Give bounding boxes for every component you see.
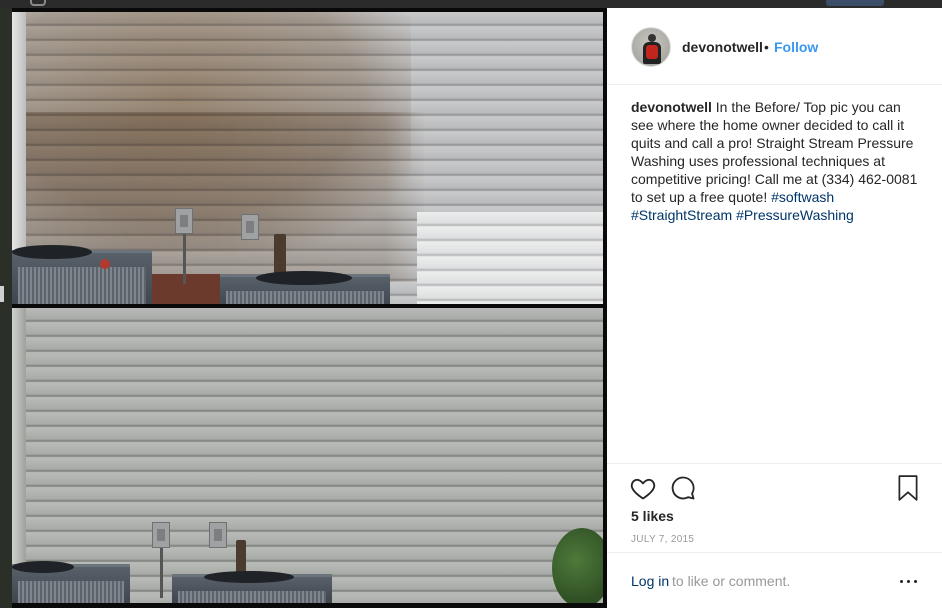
conduit (183, 234, 186, 284)
ac-fan (204, 571, 294, 583)
avatar-head (648, 34, 656, 42)
more-dot (900, 580, 903, 583)
post-photo[interactable] (0, 8, 607, 608)
follow-button[interactable]: Follow (774, 39, 818, 55)
ac-grille (18, 267, 146, 304)
conduit (160, 548, 163, 598)
hashtag-straightstream[interactable]: #StraightStream (631, 207, 732, 223)
electrical-box-2 (241, 214, 259, 240)
ac-unit-left (12, 245, 152, 304)
left-edge-marker (0, 286, 4, 302)
separator-dot: • (764, 39, 769, 55)
ac-fan (256, 271, 352, 285)
shrub (552, 528, 603, 603)
before-photo-panel (12, 12, 603, 304)
comment-icon[interactable] (669, 474, 697, 502)
ac-unit-right (220, 271, 390, 304)
more-options-icon[interactable] (899, 571, 919, 591)
brick-foundation (152, 274, 222, 304)
ac-fan (12, 561, 74, 573)
heart-icon[interactable] (629, 474, 657, 502)
ac-grille (178, 591, 326, 603)
refrigerant-pipe (274, 234, 286, 274)
username-link[interactable]: devonotwell (682, 39, 763, 55)
ac-logo-icon (100, 259, 110, 269)
bookmark-icon[interactable] (895, 474, 921, 502)
app-glyph-icon (30, 0, 46, 6)
avatar[interactable] (631, 27, 671, 67)
ac-grille (18, 581, 124, 603)
login-link[interactable]: Log in (631, 573, 669, 589)
caption-username[interactable]: devonotwell (631, 99, 712, 115)
electrical-box-2 (209, 522, 227, 548)
ac-fan (12, 245, 92, 259)
avatar-jacket (646, 45, 658, 59)
top-button-remnant (826, 0, 884, 6)
after-photo-panel (12, 308, 603, 603)
vinyl-siding (12, 308, 603, 603)
more-dot (914, 580, 917, 583)
hashtag-pressurewashing[interactable]: #PressureWashing (736, 207, 854, 223)
post-date: JULY 7, 2015 (631, 534, 695, 545)
ac-unit-left (12, 561, 130, 603)
left-edge-bar (0, 8, 12, 608)
electrical-box (175, 208, 193, 234)
login-row: Log in to like or comment. (607, 552, 942, 608)
post-header: devonotwell • Follow (607, 8, 942, 85)
post-actions: 5 likes JULY 7, 2015 Log in to like or c… (607, 463, 942, 608)
top-strip (0, 0, 942, 8)
ac-unit-right (172, 571, 332, 603)
electrical-box (152, 522, 170, 548)
post-caption: devonotwell In the Before/ Top pic you c… (631, 98, 927, 224)
cleaned-siding-patch (417, 212, 603, 304)
corner-trim (12, 308, 26, 603)
post-sidebar: devonotwell • Follow devonotwell In the … (607, 8, 942, 608)
like-count[interactable]: 5 likes (631, 508, 674, 524)
ac-grille (226, 291, 384, 304)
login-prompt-text: to like or comment. (672, 573, 791, 589)
more-dot (907, 580, 910, 583)
hashtag-softwash[interactable]: #softwash (771, 189, 834, 205)
